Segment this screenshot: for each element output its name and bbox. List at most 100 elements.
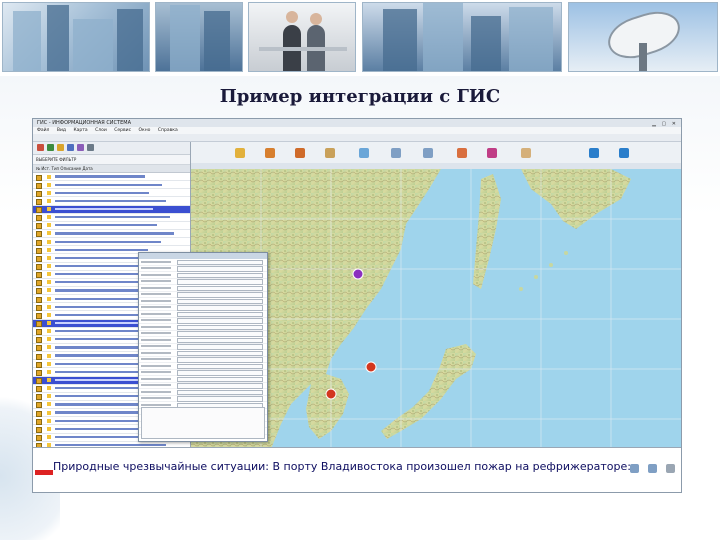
row-checkbox[interactable] (36, 435, 42, 441)
folder-icon (47, 426, 51, 431)
row-text-placeholder (55, 183, 162, 186)
filter-combo[interactable]: ВЫБЕРИТЕ ФИЛЬТР (33, 155, 190, 165)
pencil-icon[interactable] (235, 148, 245, 158)
filter-icon[interactable] (57, 144, 64, 151)
menu-layers[interactable]: Слои (95, 128, 107, 133)
hand-icon[interactable] (325, 148, 335, 158)
row-checkbox[interactable] (36, 386, 42, 393)
table-row[interactable] (33, 222, 190, 230)
row-checkbox[interactable] (36, 321, 42, 328)
row-checkbox[interactable] (36, 215, 42, 222)
menu-file[interactable]: Файл (37, 128, 49, 133)
table-row[interactable] (33, 181, 190, 190)
row-text-placeholder (55, 419, 145, 422)
save-icon[interactable] (487, 148, 497, 158)
home-icon[interactable] (457, 148, 467, 158)
dialog-notes-field[interactable] (141, 407, 265, 439)
row-checkbox[interactable] (36, 369, 42, 376)
field-label (141, 306, 171, 308)
refresh-icon[interactable] (47, 144, 54, 151)
print-icon[interactable] (87, 144, 94, 151)
back-icon[interactable] (629, 464, 639, 473)
folder-icon (47, 337, 51, 342)
row-checkbox[interactable] (36, 288, 42, 295)
row-checkbox[interactable] (36, 353, 42, 360)
pencil-icon[interactable] (67, 144, 74, 151)
row-checkbox[interactable] (36, 426, 42, 433)
row-checkbox[interactable] (36, 418, 42, 425)
alert-label (35, 470, 53, 475)
row-checkbox[interactable] (36, 361, 42, 368)
row-text-placeholder (55, 224, 157, 227)
row-checkbox[interactable] (36, 402, 42, 409)
row-checkbox[interactable] (36, 345, 42, 352)
row-checkbox[interactable] (36, 329, 42, 336)
folder-icon (47, 215, 51, 220)
menu-help[interactable]: Справка (158, 128, 178, 133)
save-icon[interactable] (77, 144, 84, 151)
row-checkbox[interactable] (36, 174, 42, 181)
row-checkbox[interactable] (36, 190, 42, 197)
row-checkbox[interactable] (36, 223, 42, 230)
field-label (141, 377, 171, 380)
table-row[interactable] (33, 189, 190, 198)
row-checkbox[interactable] (36, 410, 42, 417)
forward-icon[interactable] (619, 148, 629, 158)
table-row[interactable] (33, 238, 190, 247)
events-table-header: № Ист. Тип Описание Дата (33, 165, 190, 173)
row-checkbox[interactable] (36, 296, 42, 303)
row-checkbox[interactable] (36, 272, 42, 279)
row-checkbox[interactable] (36, 198, 42, 205)
row-checkbox[interactable] (36, 239, 42, 246)
table-row[interactable] (33, 230, 190, 239)
folder-icon (47, 223, 51, 228)
row-checkbox[interactable] (36, 394, 42, 401)
event-marker-purple[interactable] (352, 268, 364, 280)
menu-view[interactable]: Вид (57, 128, 66, 133)
grid-icon[interactable] (37, 144, 44, 151)
row-checkbox[interactable] (36, 247, 42, 254)
banner-photo-satellite-dish (568, 2, 718, 72)
event-marker-red[interactable] (365, 361, 377, 373)
field-label (141, 260, 171, 263)
row-checkbox[interactable] (36, 337, 42, 344)
row-text-placeholder (55, 207, 153, 211)
forward-icon[interactable] (647, 464, 657, 473)
field-label (141, 325, 171, 328)
menu-service[interactable]: Сервис (114, 128, 131, 133)
table-row[interactable] (33, 173, 190, 182)
table-row[interactable] (33, 197, 190, 206)
row-checkbox[interactable] (36, 264, 42, 271)
map-tabs[interactable] (191, 163, 681, 169)
row-checkbox[interactable] (36, 304, 42, 311)
print-icon[interactable] (666, 464, 675, 473)
table-row[interactable] (33, 214, 190, 222)
news-ticker-area: Природные чрезвычайные ситуации: В порту… (33, 447, 681, 492)
news-ticker[interactable]: Природные чрезвычайные ситуации: В порту… (53, 460, 631, 473)
forward-icon[interactable] (423, 148, 433, 158)
menu-map[interactable]: Карта (73, 128, 87, 133)
hand-icon[interactable] (521, 148, 531, 158)
row-checkbox[interactable] (36, 255, 42, 262)
event-details-dialog[interactable] (138, 252, 268, 442)
row-checkbox[interactable] (36, 207, 42, 214)
zoom-in-icon[interactable] (265, 148, 275, 158)
row-checkbox[interactable] (36, 280, 42, 287)
row-checkbox[interactable] (36, 378, 42, 385)
event-marker-red-2[interactable] (325, 388, 337, 400)
back-icon[interactable] (391, 148, 401, 158)
folder-icon (47, 353, 51, 358)
row-checkbox[interactable] (36, 182, 42, 189)
folder-icon (47, 402, 51, 407)
back-icon[interactable] (589, 148, 599, 158)
row-checkbox[interactable] (36, 231, 42, 238)
row-text-placeholder (55, 240, 161, 243)
table-row[interactable] (33, 205, 190, 214)
refresh-icon[interactable] (359, 148, 369, 158)
zoom-out-icon[interactable] (295, 148, 305, 158)
slide-banner (0, 0, 720, 75)
field-label (141, 403, 171, 406)
menu-window[interactable]: Окно (138, 128, 150, 133)
row-text-placeholder (55, 232, 174, 235)
row-checkbox[interactable] (36, 312, 42, 319)
